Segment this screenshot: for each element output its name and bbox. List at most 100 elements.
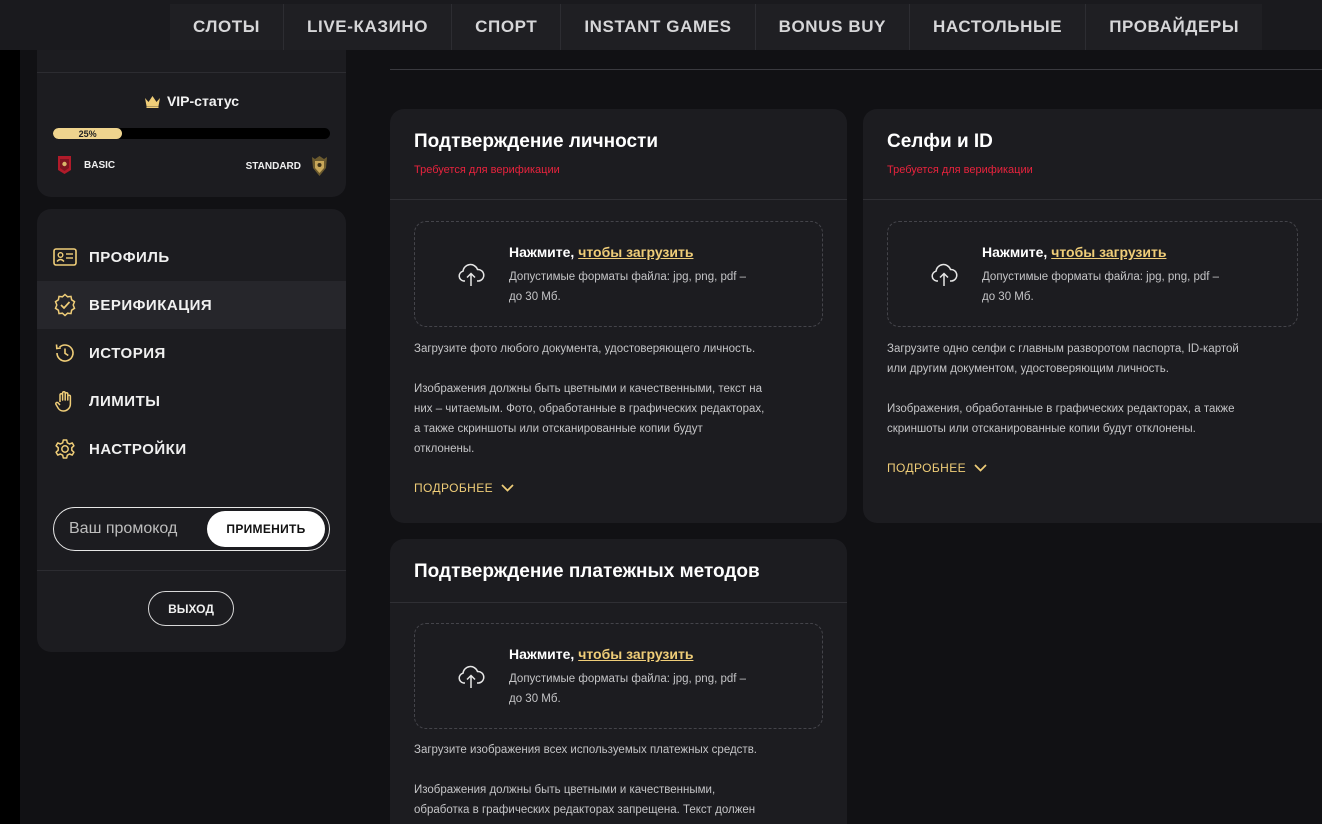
top-nav-left-area [0, 0, 170, 50]
upload-prefix: Нажмите, [509, 646, 579, 662]
description-line: Изображения должны быть цветными и качес… [414, 784, 716, 796]
left-edge-strip [0, 0, 20, 824]
identity-verification-card: Подтверждение личности Требуется для вер… [390, 109, 847, 523]
card-title: Подтверждение личности [414, 131, 658, 152]
payment-methods-card: Подтверждение платежных методов Нажмите,… [390, 539, 847, 824]
upload-dropzone[interactable]: Нажмите, чтобы загрузить Допустимые форм… [887, 221, 1298, 327]
upload-size-line: до 30 Мб. [509, 291, 561, 303]
required-note: Требуется для верификации [414, 164, 560, 176]
content-top-divider [390, 69, 1322, 70]
promo-code-form: ПРИМЕНИТЬ [53, 507, 330, 551]
vip-progress-fill: 25% [53, 128, 123, 139]
description-line: скриншоты или отсканированные копии буду… [887, 423, 1196, 435]
upload-title: Нажмите, чтобы загрузить [982, 244, 1166, 260]
description-line: Изображения, обработанные в графических … [887, 403, 1235, 415]
upload-formats: Допустимые форматы файла: jpg, png, pdf … [509, 669, 799, 709]
vip-status-card: VIP-статус 25% BASIC STANDARD [37, 50, 346, 197]
selfie-id-card: Селфи и ID Требуется для верификации Наж… [863, 109, 1322, 523]
upload-link[interactable]: чтобы загрузить [578, 646, 693, 662]
card-description: Загрузите изображения всех используемых … [414, 740, 757, 820]
menu-item-verification[interactable]: ВЕРИФИКАЦИЯ [37, 281, 346, 329]
more-toggle[interactable]: ПОДРОБНЕЕ [887, 461, 987, 475]
menu-item-history[interactable]: ИСТОРИЯ [37, 329, 346, 377]
menu-item-profile[interactable]: ПРОФИЛЬ [37, 233, 346, 281]
vip-card-divider [37, 72, 346, 73]
menu-item-label: ИСТОРИЯ [89, 344, 166, 362]
upload-formats-line: Допустимые форматы файла: jpg, png, pdf … [982, 271, 1220, 283]
card-title: Подтверждение платежных методов [414, 561, 760, 582]
upload-size-line: до 30 Мб. [509, 693, 561, 705]
menu-divider [37, 570, 346, 571]
upload-title: Нажмите, чтобы загрузить [509, 244, 693, 260]
description-line: или другим документом, удостоверяющим ли… [887, 363, 1169, 375]
crown-icon [144, 95, 160, 108]
description-line: Загрузите одно селфи с главным разворото… [887, 343, 1239, 355]
vip-status-label: VIP-статус [166, 93, 240, 109]
upload-prefix: Нажмите, [982, 244, 1052, 260]
nav-table-games[interactable]: НАСТОЛЬНЫЕ [910, 4, 1087, 50]
required-note: Требуется для верификации [887, 164, 1033, 176]
upload-formats: Допустимые форматы файла: jpg, png, pdf … [982, 267, 1272, 307]
cloud-upload-icon [458, 263, 485, 286]
description-line: отклонены. [414, 443, 475, 455]
menu-item-settings[interactable]: НАСТРОЙКИ [37, 425, 346, 473]
card-description: Загрузите одно селфи с главным разворото… [887, 339, 1239, 439]
upload-prefix: Нажмите, [509, 244, 579, 260]
basic-level-badge-icon [58, 156, 71, 174]
cloud-upload-icon [931, 263, 958, 286]
account-menu-card: ПРОФИЛЬ ВЕРИФИКАЦИЯ ИСТОРИЯ ЛИМИТЫ НАСТР… [37, 209, 346, 652]
standard-level-badge-icon [312, 156, 327, 176]
more-toggle[interactable]: ПОДРОБНЕЕ [414, 481, 514, 495]
top-navigation: СЛОТЫ LIVE-КАЗИНО СПОРТ INSTANT GAMES BO… [0, 0, 1322, 50]
menu-item-label: ПРОФИЛЬ [89, 248, 170, 266]
card-divider [390, 199, 847, 200]
description-line: а также скриншоты или отсканированные ко… [414, 423, 703, 435]
chevron-down-icon [974, 464, 987, 472]
nav-sport[interactable]: СПОРТ [452, 4, 562, 50]
vip-status-title[interactable]: VIP-статус [37, 93, 346, 109]
upload-link[interactable]: чтобы загрузить [1051, 244, 1166, 260]
logout-button[interactable]: ВЫХОД [148, 591, 234, 626]
menu-item-label: ЛИМИТЫ [89, 392, 161, 410]
next-level-label: STANDARD [245, 160, 301, 172]
more-label: ПОДРОБНЕЕ [414, 481, 494, 495]
cloud-upload-icon [458, 665, 485, 688]
top-nav-items: СЛОТЫ LIVE-КАЗИНО СПОРТ INSTANT GAMES BO… [170, 4, 1263, 50]
card-description: Загрузите фото любого документа, удостов… [414, 339, 764, 459]
nav-live-casino[interactable]: LIVE-КАЗИНО [284, 4, 453, 50]
menu-item-label: НАСТРОЙКИ [89, 440, 187, 458]
card-divider [390, 602, 847, 603]
nav-providers[interactable]: ПРОВАЙДЕРЫ [1086, 4, 1263, 50]
current-level: BASIC [57, 155, 115, 175]
card-divider [863, 199, 1322, 200]
card-title: Селфи и ID [887, 131, 993, 152]
upload-formats: Допустимые форматы файла: jpg, png, pdf … [509, 267, 799, 307]
next-level: STANDARD [246, 155, 328, 177]
history-icon [53, 341, 77, 365]
gear-icon [53, 437, 77, 461]
nav-bonus-buy[interactable]: BONUS BUY [755, 4, 911, 50]
description-line: Изображения должны быть цветными и качес… [414, 383, 762, 395]
page: СЛОТЫ LIVE-КАЗИНО СПОРТ INSTANT GAMES BO… [0, 0, 1322, 824]
more-label: ПОДРОБНЕЕ [887, 461, 967, 475]
apply-promo-button[interactable]: ПРИМЕНИТЬ [207, 511, 325, 547]
upload-size-line: до 30 Мб. [982, 291, 1034, 303]
upload-link[interactable]: чтобы загрузить [578, 244, 693, 260]
menu-item-limits[interactable]: ЛИМИТЫ [37, 377, 346, 425]
promo-code-input[interactable] [54, 508, 204, 550]
verified-badge-icon [53, 293, 77, 317]
nav-slots[interactable]: СЛОТЫ [170, 4, 285, 50]
hand-icon [53, 389, 77, 413]
nav-instant-games[interactable]: INSTANT GAMES [561, 4, 756, 50]
vip-progress-label: 25% [78, 128, 97, 139]
id-card-icon [53, 245, 77, 269]
upload-formats-line: Допустимые форматы файла: jpg, png, pdf … [509, 673, 747, 685]
description-line: Загрузите фото любого документа, удостов… [414, 343, 756, 355]
upload-dropzone[interactable]: Нажмите, чтобы загрузить Допустимые форм… [414, 221, 823, 327]
upload-dropzone[interactable]: Нажмите, чтобы загрузить Допустимые форм… [414, 623, 823, 729]
menu-item-label: ВЕРИФИКАЦИЯ [89, 296, 213, 314]
current-level-label: BASIC [84, 159, 116, 171]
description-line: обработка в графических редакторах запре… [414, 804, 756, 816]
description-line: них – читаемым. Фото, обработанные в гра… [414, 403, 765, 415]
chevron-down-icon [501, 484, 514, 492]
